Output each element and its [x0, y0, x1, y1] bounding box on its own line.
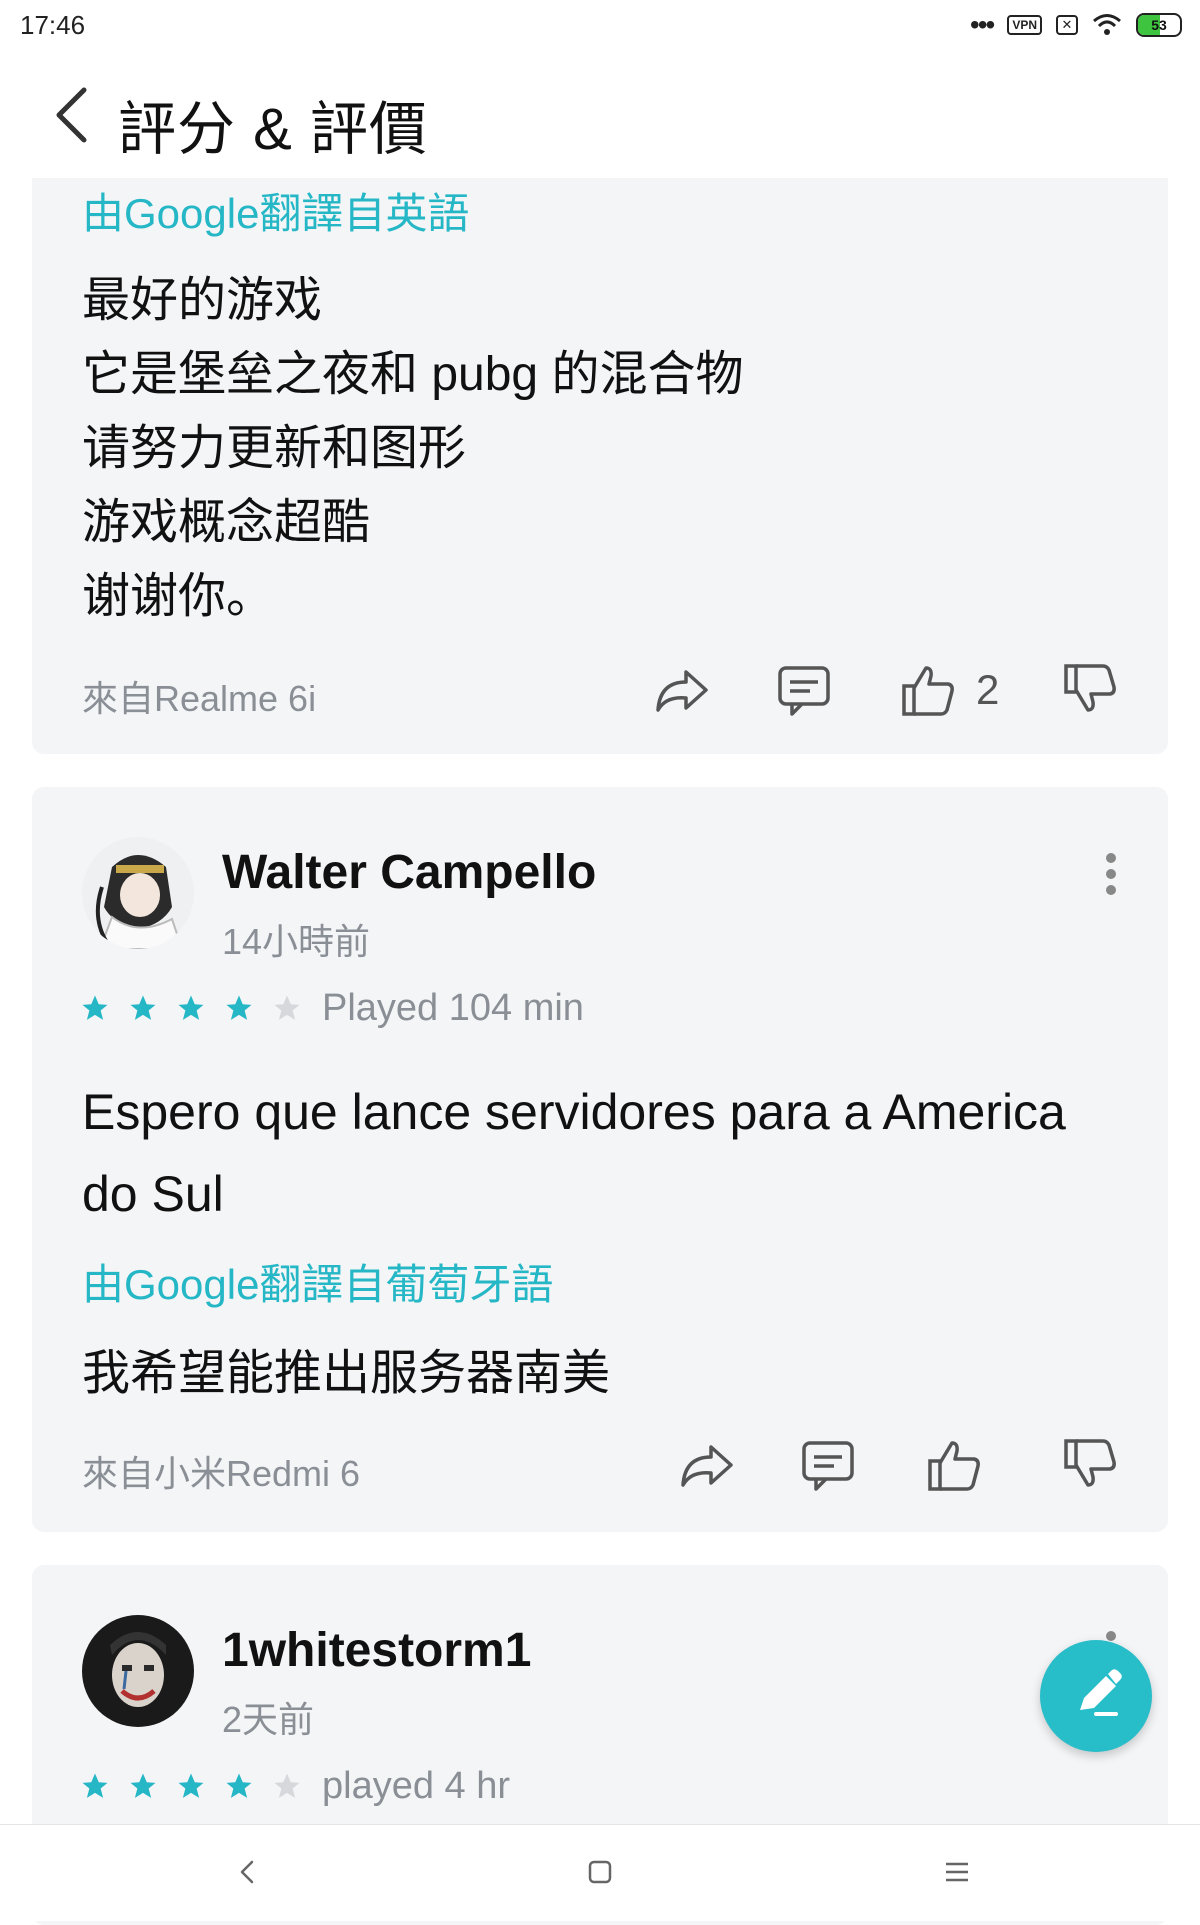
page-title: 評分 & 評價: [118, 97, 428, 162]
translated-text-line: 游戏概念超酷: [82, 496, 371, 549]
star-icon: [226, 1773, 252, 1798]
nav-menu-icon[interactable]: [932, 1847, 982, 1897]
avatar-image: [82, 837, 194, 949]
star-icon: [82, 995, 108, 1020]
thumbs-down-icon[interactable]: [1060, 660, 1120, 720]
played-time: played 4 hr: [322, 1765, 511, 1807]
translated-text: 我希望能推出服务器南美: [82, 1347, 611, 1400]
review-time: 2天前: [222, 1699, 315, 1740]
translated-text-line: 最好的游戏: [82, 274, 323, 327]
avatar[interactable]: [82, 1615, 194, 1727]
star-icon: [226, 995, 252, 1020]
like-count: 2: [976, 666, 1000, 713]
review-text: Espero que lance servidores para a Ameri…: [82, 1084, 1066, 1222]
share-icon[interactable]: [677, 1435, 737, 1495]
notification-off-icon: ✕: [1056, 15, 1078, 35]
author-name: 1whitestorm1: [222, 1624, 532, 1677]
thumbs-up-icon[interactable]: [898, 660, 958, 720]
device-label: 來自Realme 6i: [82, 678, 317, 719]
star-rating: [80, 993, 302, 1023]
translated-label[interactable]: 由Google翻譯自葡萄牙語: [82, 1251, 553, 1312]
nav-home-icon[interactable]: [575, 1847, 625, 1897]
star-icon: [178, 995, 204, 1020]
status-time: 17:46: [20, 10, 86, 40]
title-bar: 評分 & 評價: [0, 60, 1200, 170]
more-options-button[interactable]: [1096, 847, 1126, 907]
translated-text-line: 请努力更新和图形: [82, 422, 467, 475]
played-time: Played 104 min: [322, 987, 584, 1029]
avatar-image: [82, 1615, 194, 1727]
star-icon: [130, 1773, 156, 1798]
vpn-icon: VPN: [1007, 15, 1042, 35]
status-bar: 17:46 ••• VPN ✕ 53: [0, 0, 1200, 52]
battery-icon: 53: [1136, 13, 1182, 37]
author-name: Walter Campello: [222, 846, 597, 899]
comment-icon[interactable]: [774, 660, 834, 720]
star-rating: [80, 1771, 302, 1801]
translated-label[interactable]: 由Google翻譯自英語: [82, 180, 469, 241]
share-icon[interactable]: [652, 660, 712, 720]
status-icons: ••• VPN ✕ 53: [970, 10, 1182, 40]
navigation-bar: [0, 1824, 1200, 1921]
avatar[interactable]: [82, 837, 194, 949]
review-card: 由Google翻譯自英語 最好的游戏 它是堡垒之夜和 pubg 的混合物 请努力…: [32, 178, 1168, 754]
battery-level: 53: [1151, 17, 1167, 33]
device-label: 來自小米Redmi 6: [82, 1453, 361, 1494]
translated-text-line: 谢谢你。: [82, 570, 275, 623]
write-review-button[interactable]: [1040, 1640, 1152, 1752]
thumbs-down-icon[interactable]: [1060, 1435, 1120, 1495]
star-empty-icon: [274, 995, 300, 1020]
pencil-icon: [1080, 1669, 1122, 1716]
star-empty-icon: [274, 1773, 300, 1798]
nav-back-icon[interactable]: [222, 1847, 272, 1897]
back-button[interactable]: [44, 80, 104, 150]
thumbs-up-icon[interactable]: [924, 1435, 984, 1495]
more-dots-icon: •••: [969, 9, 995, 40]
review-time: 14小時前: [222, 921, 371, 962]
wifi-icon: [1093, 14, 1121, 35]
review-card: Walter Campello 14小時前 Played 104 min Esp…: [32, 787, 1168, 1532]
translated-text-line: 它是堡垒之夜和 pubg 的混合物: [82, 348, 744, 401]
comment-icon[interactable]: [798, 1435, 858, 1495]
star-icon: [130, 995, 156, 1020]
star-icon: [178, 1773, 204, 1798]
star-icon: [82, 1773, 108, 1798]
